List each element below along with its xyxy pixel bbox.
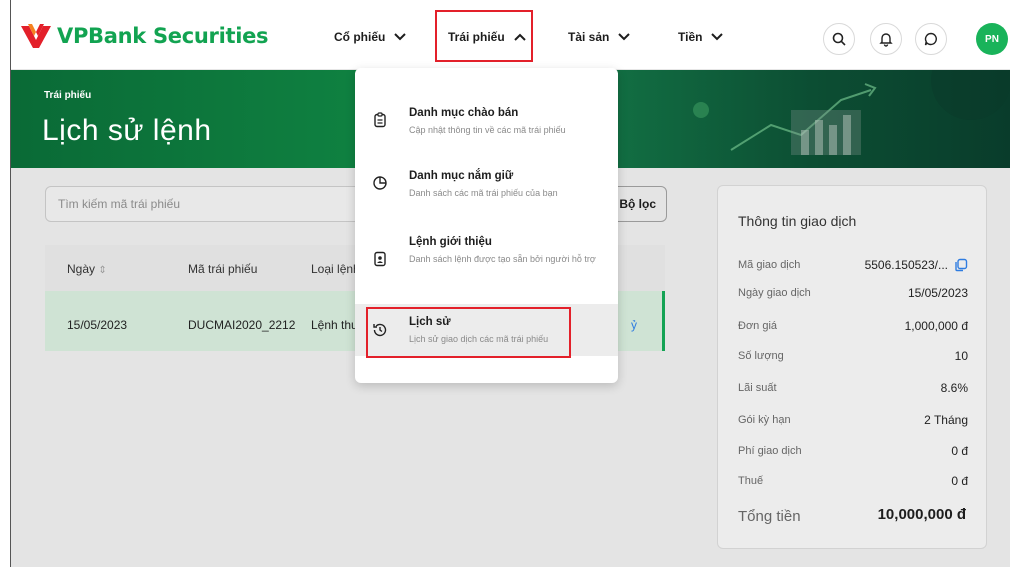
info-label: Đơn giá xyxy=(738,320,778,332)
nav-tien-label: Tiền xyxy=(678,30,703,44)
page-title: Lịch sử lệnh xyxy=(42,114,212,147)
nav-co-phieu[interactable]: Cổ phiếu xyxy=(334,30,407,44)
menu-item-lenh-gioi-thieu[interactable]: Lệnh giới thiệu Danh sách lệnh được tạo … xyxy=(355,221,618,281)
info-row-fee: Phí giao dịch 0 đ xyxy=(738,442,968,462)
nav-co-phieu-label: Cổ phiếu xyxy=(334,30,386,44)
info-label: Số lượng xyxy=(738,350,784,362)
sort-icon: ⇕ xyxy=(98,265,107,276)
panel-title: Thông tin giao dịch xyxy=(738,213,857,229)
info-value: 15/05/2023 xyxy=(907,286,968,300)
menu-item-title: Lệnh giới thiệu xyxy=(409,236,492,248)
column-header-code: Mã trái phiếu xyxy=(188,262,258,276)
info-value: 0 đ xyxy=(951,474,968,488)
nav-trai-phieu-highlight xyxy=(435,10,533,62)
row-code: DUCMAI2020_2212 xyxy=(188,318,296,332)
nav-tien[interactable]: Tiền xyxy=(678,30,724,44)
search-input[interactable] xyxy=(45,186,375,222)
menu-item-desc: Cập nhật thông tin về các mã trái phiếu xyxy=(409,125,566,135)
search-icon xyxy=(832,32,846,46)
clipboard-icon xyxy=(374,112,386,128)
info-row-quantity: Số lượng 10 xyxy=(738,347,968,367)
banner-decoration xyxy=(693,70,1010,155)
info-label: Thuế xyxy=(738,475,764,487)
chat-icon xyxy=(924,32,937,46)
transaction-info-panel: Thông tin giao dịch Mã giao dịch 5506.15… xyxy=(717,185,987,549)
info-label: Phí giao dịch xyxy=(738,445,802,457)
total-value: 10,000,000 đ xyxy=(877,506,966,523)
brand-name: VPBank Securities xyxy=(57,24,269,48)
info-row-interest: Lãi suất 8.6% xyxy=(738,379,968,399)
row-detail-link[interactable]: ỷ xyxy=(631,318,637,332)
pie-chart-icon xyxy=(373,176,387,190)
bell-icon xyxy=(879,33,893,47)
info-value: 2 Tháng xyxy=(924,413,968,427)
user-avatar[interactable]: PN xyxy=(976,23,1008,55)
column-header-date[interactable]: Ngày ⇕ xyxy=(67,262,107,276)
vpbank-logo-icon xyxy=(21,24,51,48)
menu-item-desc: Danh sách lệnh được tạo sẵn bởi người hỗ… xyxy=(409,254,596,264)
row-date: 15/05/2023 xyxy=(67,318,128,332)
menu-item-desc: Danh sách các mã trái phiếu của bạn xyxy=(409,188,558,198)
info-label: Gói kỳ hạn xyxy=(738,414,791,426)
menu-item-lich-su-highlight xyxy=(366,307,571,358)
menu-item-title: Danh mục nắm giữ xyxy=(409,170,514,182)
app-window: VPBank Securities Cổ phiếu Trái phiếu Tà… xyxy=(10,0,1010,567)
top-header: VPBank Securities Cổ phiếu Trái phiếu Tà… xyxy=(11,0,1010,70)
info-row-term: Gói kỳ hạn 2 Tháng xyxy=(738,411,968,431)
breadcrumb[interactable]: Trái phiếu xyxy=(44,90,91,101)
info-label: Lãi suất xyxy=(738,382,777,394)
info-label: Mã giao dịch xyxy=(738,259,801,271)
document-user-icon xyxy=(374,251,386,267)
info-row-tax: Thuế 0 đ xyxy=(738,472,968,492)
chevron-down-icon xyxy=(394,33,407,41)
brand-logo[interactable]: VPBank Securities xyxy=(19,22,269,50)
nav-tai-san-label: Tài sản xyxy=(568,30,610,44)
menu-item-danh-muc-nam-giu[interactable]: Danh mục nắm giữ Danh sách các mã trái p… xyxy=(355,151,618,211)
info-row-date: Ngày giao dịch 15/05/2023 xyxy=(738,284,968,304)
info-value: 8.6% xyxy=(940,381,968,395)
copy-icon[interactable] xyxy=(954,258,968,272)
search-button[interactable] xyxy=(823,23,855,55)
menu-item-danh-muc-chao-ban[interactable]: Danh mục chào bán Cập nhật thông tin về … xyxy=(355,88,618,148)
info-value: 1,000,000 đ xyxy=(904,319,968,333)
transaction-id-value: 5506.150523/... xyxy=(864,258,948,272)
menu-item-title: Danh mục chào bán xyxy=(409,107,519,119)
nav-tai-san[interactable]: Tài sản xyxy=(568,30,631,44)
total-label: Tổng tiền xyxy=(738,508,801,525)
info-value: 5506.150523/... xyxy=(865,258,968,272)
chevron-down-icon xyxy=(618,33,631,41)
info-row-transaction-id: Mã giao dịch 5506.150523/... xyxy=(738,256,968,276)
info-row-unit-price: Đơn giá 1,000,000 đ xyxy=(738,317,968,337)
info-label: Ngày giao dịch xyxy=(738,287,811,299)
info-value: 0 đ xyxy=(951,444,968,458)
column-header-date-label: Ngày xyxy=(67,262,96,276)
chat-button[interactable] xyxy=(915,23,947,55)
chevron-down-icon xyxy=(711,33,724,41)
info-value: 10 xyxy=(954,349,968,363)
notifications-button[interactable] xyxy=(870,23,902,55)
column-header-type: Loại lệnh xyxy=(311,262,360,276)
